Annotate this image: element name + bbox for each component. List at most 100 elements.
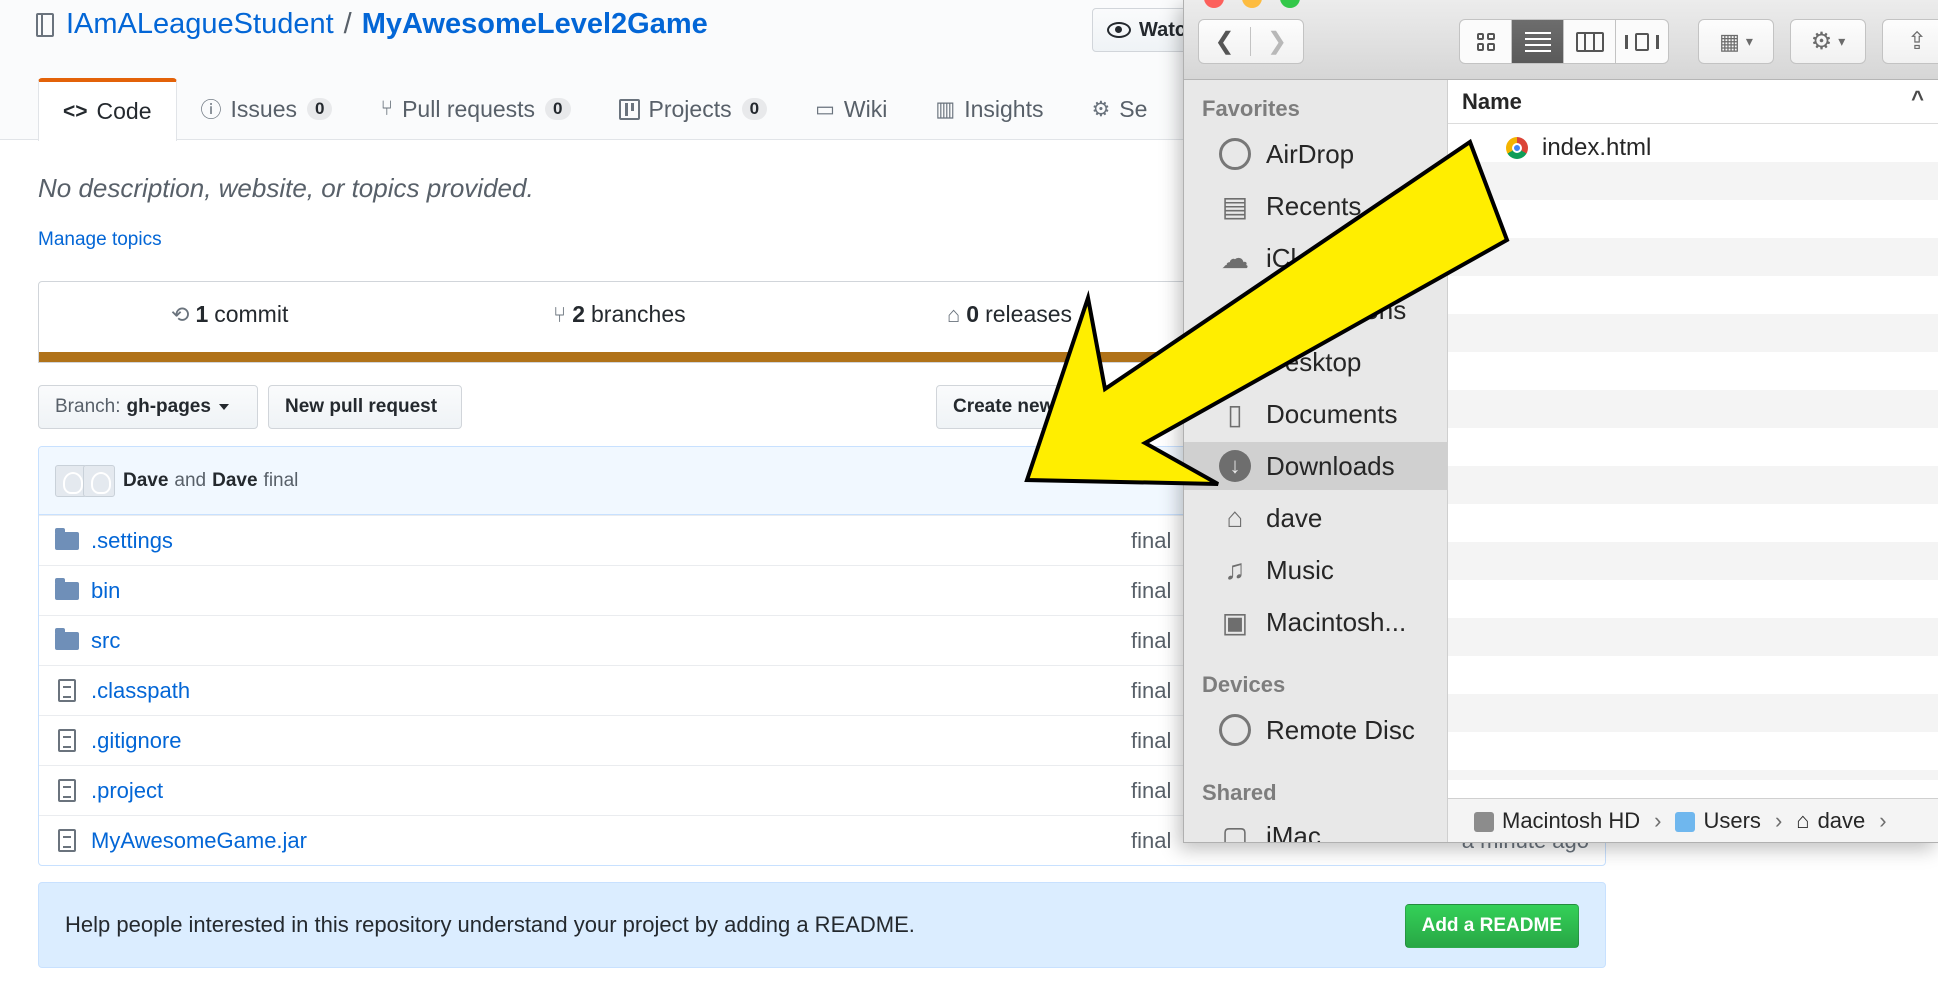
file-commit-message[interactable]: final — [1131, 828, 1171, 854]
new-pull-request-button[interactable]: New pull request — [268, 385, 462, 429]
manage-topics-link[interactable]: Manage topics — [38, 229, 162, 251]
history-icon: ⟲ — [171, 301, 190, 327]
file-name-link[interactable]: .classpath — [91, 678, 190, 704]
share-button[interactable]: ⇪ — [1882, 19, 1938, 64]
sidebar-item-airdrop[interactable]: AirDrop — [1184, 130, 1448, 178]
avatar-stack[interactable] — [55, 464, 115, 497]
zoom-window-button[interactable] — [1280, 0, 1300, 8]
minimize-window-button[interactable] — [1242, 0, 1262, 8]
branches-link[interactable]: ⑂ 2 branches — [553, 301, 686, 328]
forward-arrow-icon[interactable]: ❯ — [1251, 27, 1303, 56]
commits-link[interactable]: ⟲ 1 commit — [171, 301, 288, 328]
file-icon — [58, 779, 76, 802]
sidebar-item-label: Documents — [1266, 398, 1398, 429]
sidebar-item-icloud[interactable]: ☁ iCl — [1184, 234, 1448, 282]
repo-title: IAmALeagueStudent / MyAwesomeLevel2Game — [36, 8, 708, 41]
sidebar-item-music[interactable]: ♫ Music — [1184, 546, 1448, 594]
path-label: Users — [1703, 808, 1761, 833]
folder-icon — [1675, 812, 1696, 833]
tab-projects-label: Projects — [648, 95, 732, 122]
folder-icon — [55, 527, 79, 550]
path-item-users[interactable]: Users — [1675, 808, 1761, 834]
applications-icon: ✦ — [1223, 294, 1247, 326]
file-name-link[interactable]: src — [91, 628, 120, 654]
path-item-dave[interactable]: ⌂ dave — [1796, 808, 1865, 834]
commit-message[interactable]: final — [264, 470, 299, 492]
path-item-macintosh-hd[interactable]: Macintosh HD — [1474, 808, 1640, 834]
releases-link[interactable]: ⌂ 0 releases — [947, 301, 1072, 328]
cover-flow-button[interactable] — [1616, 20, 1668, 63]
sidebar-item-dave[interactable]: ⌂ dave — [1184, 494, 1448, 542]
list-item[interactable]: index.html — [1506, 134, 1651, 162]
back-arrow-icon[interactable]: ❮ — [1199, 27, 1251, 56]
action-gear-button[interactable]: ⚙ ▾ — [1790, 19, 1866, 64]
file-commit-message[interactable]: final — [1131, 678, 1171, 704]
tab-settings[interactable]: ⚙ Se — [1067, 78, 1171, 140]
create-new-file-button[interactable]: Create new — [936, 385, 1116, 429]
sidebar-item-remote-disc[interactable]: Remote Disc — [1184, 706, 1448, 754]
commit-author[interactable]: Dave — [123, 470, 168, 492]
name-column-header[interactable]: Name ^ — [1448, 80, 1938, 124]
branch-icon: ⑂ — [553, 301, 567, 327]
file-name-link[interactable]: .settings — [91, 528, 173, 554]
tab-wiki[interactable]: ▭ Wiki — [791, 78, 911, 140]
avatar[interactable] — [83, 464, 115, 497]
icon-view-button[interactable] — [1460, 20, 1512, 63]
finder-window: ❮ ❯ ▦ ▾ ⚙ ▾ ⇪ Favorites AirDrop ▤ Recent… — [1183, 0, 1938, 843]
tab-pull-requests[interactable]: ⑂ Pull requests 0 — [356, 78, 594, 140]
gear-icon: ⚙ — [1810, 28, 1833, 55]
file-commit-message[interactable]: final — [1131, 628, 1171, 654]
file-commit-message[interactable]: final — [1131, 778, 1171, 804]
repo-owner-link[interactable]: IAmALeagueStudent — [66, 8, 334, 41]
icon-grid-icon — [1476, 32, 1495, 51]
disc-icon — [1218, 713, 1252, 747]
sidebar-item-downloads[interactable]: ↓ Downloads — [1184, 442, 1448, 490]
branches-count: 2 — [572, 301, 585, 327]
group-by-button[interactable]: ▦ ▾ — [1698, 19, 1774, 64]
add-readme-button[interactable]: Add a README — [1404, 904, 1579, 948]
releases-label: releases — [985, 301, 1073, 327]
repo-name-link[interactable]: MyAwesomeLevel2Game — [362, 8, 708, 41]
file-commit-message[interactable]: final — [1131, 578, 1171, 604]
projects-counter: 0 — [741, 98, 768, 120]
commit-committer[interactable]: Dave — [212, 470, 257, 492]
branch-select-button[interactable]: Branch: gh-pages — [38, 385, 258, 429]
sidebar-item-label: Macintosh... — [1266, 606, 1407, 637]
list-view-button[interactable] — [1512, 20, 1564, 63]
commit-and: and — [174, 469, 207, 491]
sidebar-item-macintosh-hd[interactable]: ▣ Macintosh... — [1184, 598, 1448, 646]
folder-icon — [55, 627, 79, 650]
tab-projects[interactable]: Projects 0 — [595, 78, 792, 140]
file-name-link[interactable]: MyAwesomeGame.jar — [91, 828, 307, 854]
tab-code[interactable]: <> Code — [38, 78, 177, 141]
tab-issues[interactable]: ⓘ Issues 0 — [177, 78, 357, 140]
file-name-link[interactable]: .gitignore — [91, 728, 182, 754]
chrome-document-icon — [1506, 137, 1528, 159]
repo-title-separator: / — [343, 8, 352, 40]
recents-icon: ▤ — [1221, 190, 1249, 222]
file-commit-message[interactable]: final — [1131, 728, 1171, 754]
harddisk-icon — [1474, 812, 1494, 833]
cover-flow-icon — [1625, 32, 1659, 51]
column-view-button[interactable] — [1564, 20, 1616, 63]
sidebar-item-label: Remote Disc — [1266, 714, 1415, 745]
tab-insights[interactable]: ▥ Insights — [911, 78, 1067, 140]
repo-nav-tabs: <> Code ⓘ Issues 0 ⑂ Pull requests 0 Pro… — [38, 78, 1171, 141]
file-commit-message[interactable]: final — [1131, 528, 1171, 554]
sidebar-item-applications[interactable]: ✦ Applications — [1184, 286, 1448, 334]
file-name-link[interactable]: bin — [91, 578, 120, 604]
list-lines-icon — [1524, 31, 1551, 52]
view-mode-segmented-control — [1459, 19, 1669, 64]
path-label: dave — [1817, 808, 1866, 833]
path-separator-icon: › — [1879, 808, 1887, 833]
sidebar-item-desktop[interactable]: ▭ Desktop — [1184, 338, 1448, 386]
close-window-button[interactable] — [1204, 0, 1224, 8]
branch-label: Branch: — [55, 396, 121, 417]
sidebar-item-imac[interactable]: ▢ iMac — [1184, 812, 1448, 843]
sidebar-item-documents[interactable]: ▯ Documents — [1184, 390, 1448, 438]
sidebar-item-recents[interactable]: ▤ Recents — [1184, 182, 1448, 230]
releases-count: 0 — [966, 301, 980, 327]
eye-icon — [1107, 22, 1131, 38]
sidebar-item-label: Recents — [1266, 190, 1362, 221]
file-name-link[interactable]: .project — [91, 778, 163, 804]
